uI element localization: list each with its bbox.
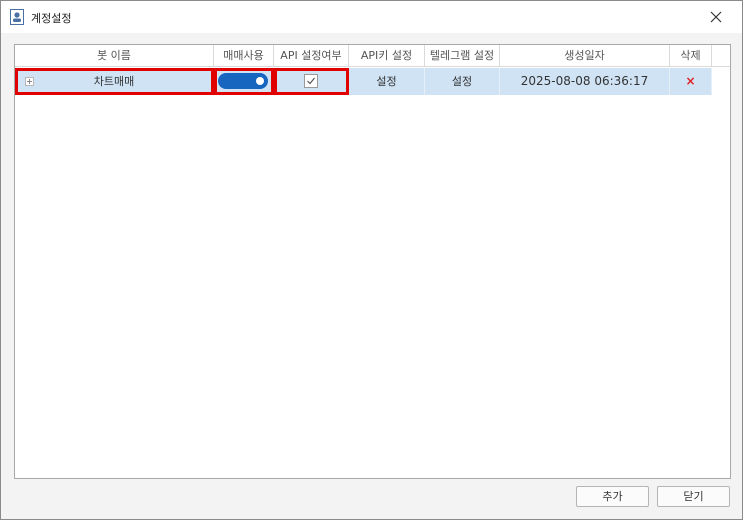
header-created-at[interactable]: 생성일자 <box>500 45 670 67</box>
add-button[interactable]: 추가 <box>576 486 649 507</box>
header-api-key[interactable]: API키 설정 <box>349 45 425 67</box>
title-bar: 계정설정 <box>1 1 742 33</box>
close-window-button[interactable] <box>698 5 734 29</box>
header-trading-enabled[interactable]: 매매사용 <box>214 45 274 67</box>
header-api-configured[interactable]: API 설정여부 <box>274 45 349 67</box>
check-icon <box>307 77 315 85</box>
account-settings-window: 계정설정 봇 이름 매매사용 API 설정여부 API키 설정 텔레그램 설정 … <box>0 0 743 520</box>
cell-trading-enabled <box>214 68 274 95</box>
close-icon <box>710 11 722 23</box>
expand-icon[interactable] <box>25 77 34 86</box>
api-configured-checkbox[interactable] <box>304 74 318 88</box>
cell-api-configured <box>274 68 349 95</box>
header-delete[interactable]: 삭제 <box>670 45 712 67</box>
bot-name-text: 차트매매 <box>93 75 135 88</box>
header-telegram[interactable]: 텔레그램 설정 <box>425 45 500 67</box>
api-key-setting-link[interactable]: 설정 <box>349 68 425 95</box>
trading-enabled-toggle[interactable] <box>218 73 268 89</box>
delete-icon[interactable]: × <box>685 74 695 88</box>
window-title: 계정설정 <box>31 12 72 25</box>
close-button[interactable]: 닫기 <box>657 486 730 507</box>
created-at-text: 2025-08-08 06:36:17 <box>500 68 670 95</box>
account-icon <box>10 9 24 25</box>
table-row[interactable]: 차트매매 설정 설정 2025-08-08 06:36:17 × <box>15 68 712 95</box>
bot-grid: 봇 이름 매매사용 API 설정여부 API키 설정 텔레그램 설정 생성일자 … <box>14 44 731 479</box>
telegram-setting-link[interactable]: 설정 <box>425 68 500 95</box>
cell-delete: × <box>670 68 712 95</box>
header-bot-name[interactable]: 봇 이름 <box>15 45 214 67</box>
toggle-knob <box>256 77 264 85</box>
cell-bot-name[interactable]: 차트매매 <box>15 68 214 95</box>
grid-header: 봇 이름 매매사용 API 설정여부 API키 설정 텔레그램 설정 생성일자 … <box>15 45 730 67</box>
